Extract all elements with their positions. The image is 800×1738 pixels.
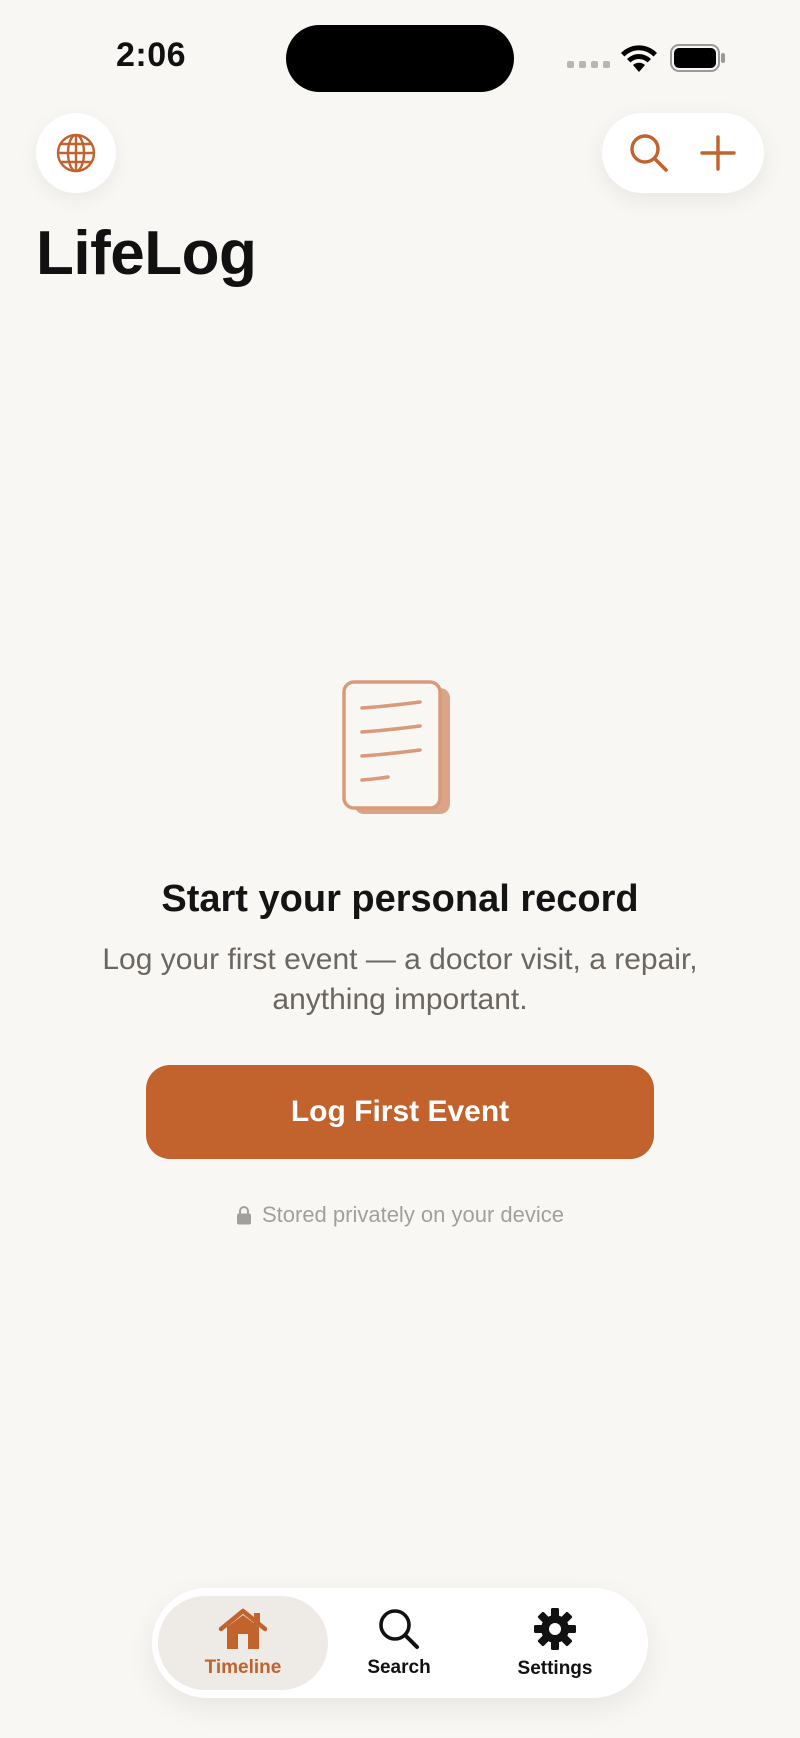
tab-search-label: Search <box>367 1657 431 1678</box>
page-title: LifeLog <box>36 219 257 288</box>
search-icon <box>379 1609 419 1649</box>
globe-icon <box>56 133 96 173</box>
document-icon <box>342 680 450 814</box>
tab-search[interactable]: Search <box>314 1596 484 1690</box>
cellular-signal-icon <box>567 61 610 68</box>
status-time: 2:06 <box>115 36 187 74</box>
empty-state-heading: Start your personal record <box>161 878 639 920</box>
gear-icon <box>534 1608 576 1650</box>
empty-state-body: Log your first event — a doctor visit, a… <box>102 943 698 1016</box>
privacy-note-text: Stored privately on your device <box>261 1202 565 1227</box>
lock-icon <box>236 1206 251 1225</box>
dynamic-island <box>286 25 514 92</box>
search-button[interactable] <box>619 123 679 183</box>
privacy-note: Stored privately on your device <box>0 1202 800 1228</box>
add-button[interactable] <box>688 123 748 183</box>
tab-settings-label: Settings <box>517 1658 593 1679</box>
wifi-icon <box>621 45 657 72</box>
log-first-event-button[interactable]: Log First Event <box>146 1065 654 1159</box>
house-icon <box>218 1608 268 1649</box>
tab-bar: Timeline Search Settings <box>152 1588 648 1698</box>
search-icon <box>629 134 668 172</box>
battery-icon <box>670 44 725 72</box>
tab-timeline[interactable]: Timeline <box>158 1596 328 1690</box>
globe-button[interactable] <box>36 113 116 193</box>
header-actions <box>602 113 764 193</box>
plus-icon <box>699 135 736 171</box>
tab-timeline-label: Timeline <box>204 1657 282 1678</box>
tab-settings[interactable]: Settings <box>470 1596 640 1690</box>
